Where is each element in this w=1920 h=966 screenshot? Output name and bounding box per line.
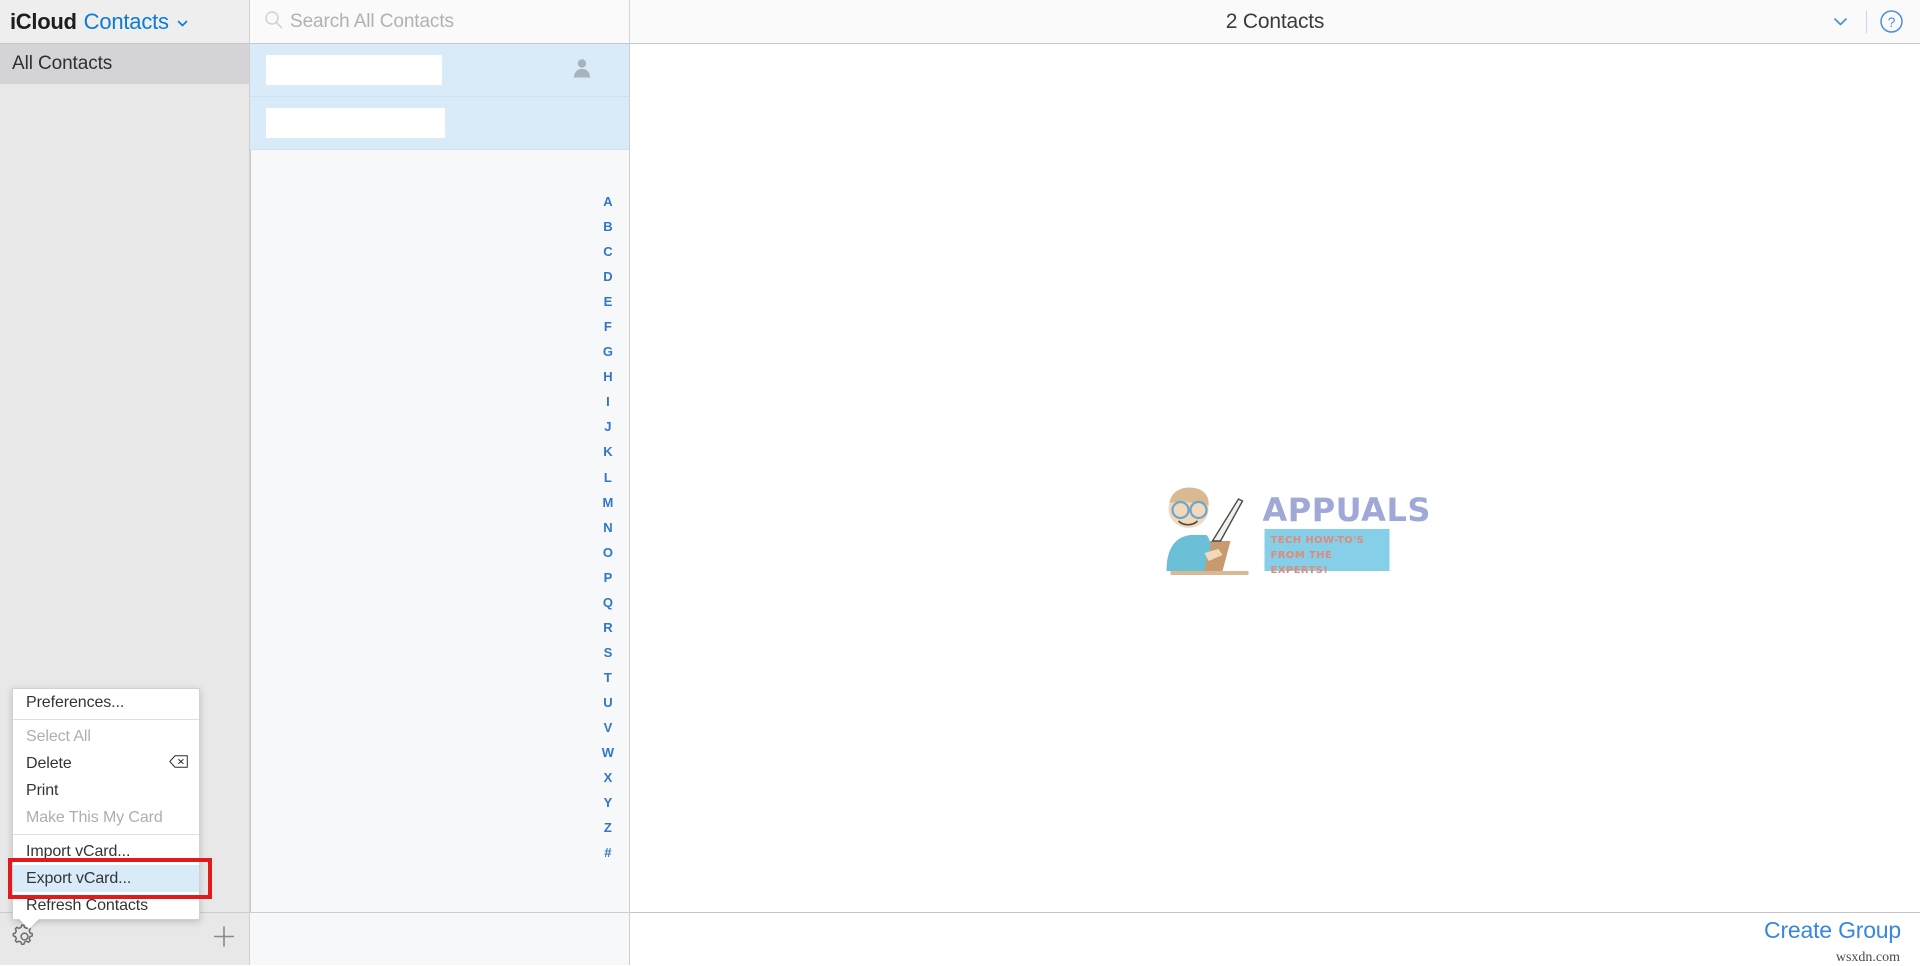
appuals-watermark: APPUALS TECH HOW-TO'S FROM THE EXPERTS! — [1153, 479, 1430, 579]
alpha-index-letter[interactable]: S — [604, 640, 613, 665]
alpha-index-letter[interactable]: X — [604, 765, 613, 790]
settings-context-menu: Preferences... Select All Delete Print M… — [12, 688, 200, 920]
svg-text:?: ? — [1887, 14, 1895, 30]
site-watermark: wsxdn.com — [1835, 950, 1900, 965]
chevron-down-icon[interactable] — [176, 17, 189, 30]
contacts-list: A B C D E F G H I J K L M N O P Q R S T … — [250, 44, 629, 912]
search-bar[interactable]: Search All Contacts — [250, 0, 630, 43]
menu-item-label: Refresh Contacts — [26, 896, 149, 914]
header-actions: ? — [1823, 0, 1906, 43]
icloud-contacts-app: iCloud Contacts Search All Contacts 2 Co… — [0, 0, 1920, 965]
alpha-index-letter[interactable]: D — [603, 264, 613, 289]
alpha-index-letter[interactable]: A — [603, 189, 613, 214]
illustration-icon — [1166, 487, 1249, 575]
sidebar-item-label: All Contacts — [12, 53, 113, 74]
plus-icon[interactable] — [211, 924, 237, 955]
contact-name-redacted — [266, 55, 442, 85]
chevron-down-icon[interactable] — [1823, 0, 1857, 43]
search-input[interactable]: Search All Contacts — [290, 11, 454, 33]
alpha-index-letter[interactable]: G — [603, 339, 613, 364]
app-switcher[interactable]: iCloud Contacts — [10, 0, 189, 43]
alpha-index-letter[interactable]: V — [604, 715, 613, 740]
menu-item-preferences[interactable]: Preferences... — [13, 689, 199, 716]
search-icon — [264, 10, 283, 34]
alpha-index-letter[interactable]: M — [602, 490, 613, 515]
alpha-index-letter[interactable]: C — [603, 239, 613, 264]
sidebar-item-all-contacts[interactable]: All Contacts — [0, 44, 249, 84]
person-icon — [571, 57, 593, 84]
brand-app-label: Contacts — [83, 8, 169, 34]
alpha-index-letter[interactable]: H — [603, 364, 613, 389]
menu-item-print[interactable]: Print — [13, 777, 199, 804]
alpha-index-letter[interactable]: O — [603, 540, 613, 565]
menu-item-refresh-contacts[interactable]: Refresh Contacts — [13, 892, 199, 919]
alpha-index-letter[interactable]: K — [603, 439, 613, 464]
menu-item-make-this-my-card[interactable]: Make This My Card — [13, 804, 199, 831]
list-toolbar — [250, 913, 629, 965]
header-divider — [1866, 10, 1867, 33]
alpha-index-letter[interactable]: Z — [604, 815, 612, 840]
alpha-index-letter[interactable]: # — [604, 840, 611, 865]
menu-item-label: Select All — [26, 727, 91, 745]
alpha-index-letter[interactable]: U — [603, 690, 613, 715]
menu-separator — [13, 719, 199, 720]
delete-key-icon — [169, 754, 188, 773]
menu-item-label: Import vCard... — [26, 842, 131, 860]
menu-item-select-all[interactable]: Select All — [13, 723, 199, 750]
menu-item-label: Print — [26, 781, 59, 799]
menu-item-import-vcard[interactable]: Import vCard... — [13, 838, 199, 865]
create-group-button[interactable]: Create Group — [1764, 917, 1901, 944]
brand-icloud-label: iCloud — [10, 8, 77, 34]
menu-separator — [13, 834, 199, 835]
detail-toolbar: Create Group wsxdn.com — [630, 913, 1920, 965]
menu-item-export-vcard[interactable]: Export vCard... — [13, 865, 199, 892]
alpha-index-letter[interactable]: L — [604, 465, 612, 490]
help-circle-icon[interactable]: ? — [1876, 0, 1906, 43]
list-item[interactable] — [250, 97, 629, 150]
watermark-tagline: TECH HOW-TO'S FROM THE EXPERTS! — [1270, 535, 1365, 576]
contact-detail-pane: APPUALS TECH HOW-TO'S FROM THE EXPERTS! — [630, 44, 1920, 912]
menu-item-label: Make This My Card — [26, 808, 163, 826]
alpha-index-letter[interactable]: W — [602, 740, 614, 765]
alpha-index-letter[interactable]: T — [604, 665, 612, 690]
list-item[interactable] — [250, 44, 629, 97]
menu-item-label: Preferences... — [26, 693, 125, 711]
menu-item-label: Export vCard... — [26, 869, 132, 887]
list-left-edge — [250, 44, 251, 912]
menu-item-delete[interactable]: Delete — [13, 750, 199, 777]
alpha-index-letter[interactable]: N — [603, 515, 613, 540]
menu-item-label: Delete — [26, 754, 72, 772]
alpha-index-letter[interactable]: Q — [603, 590, 613, 615]
alpha-index-letter[interactable]: E — [604, 289, 613, 314]
alpha-index-letter[interactable]: F — [604, 314, 612, 339]
alpha-index-letter[interactable]: J — [604, 414, 611, 439]
alpha-index-letter[interactable]: Y — [604, 790, 613, 815]
alpha-index-letter[interactable]: I — [606, 389, 610, 414]
watermark-brand: APPUALS — [1262, 491, 1431, 529]
menu-pointer-arrow — [18, 918, 40, 929]
alpha-index-letter[interactable]: B — [603, 214, 613, 239]
alpha-index-letter[interactable]: R — [603, 615, 613, 640]
alpha-index-letter[interactable]: P — [604, 565, 613, 590]
alphabet-index[interactable]: A B C D E F G H I J K L M N O P Q R S T … — [587, 189, 629, 865]
contact-name-redacted — [266, 108, 445, 138]
contacts-count-label: 2 Contacts — [1225, 9, 1325, 33]
page-title: 2 Contacts — [630, 0, 1920, 43]
